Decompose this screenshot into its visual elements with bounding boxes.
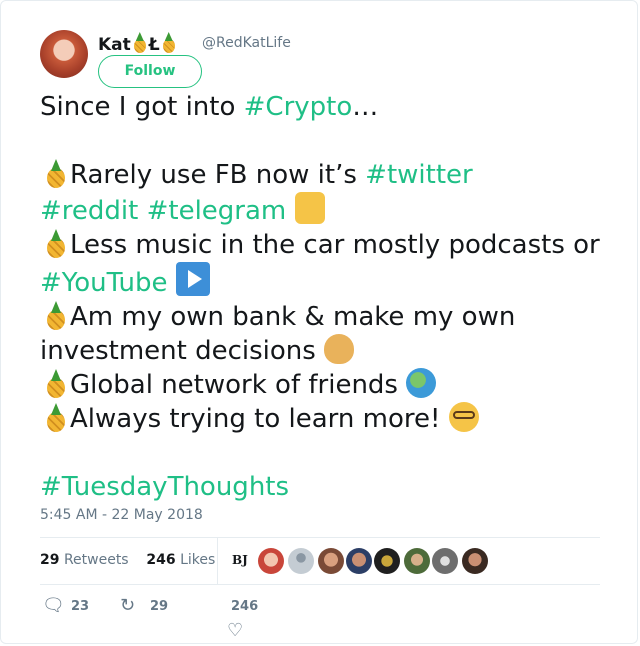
retweet-icon[interactable]: ↻: [120, 595, 135, 616]
pineapple-icon: [40, 369, 70, 399]
display-name-mid: Ł: [148, 35, 160, 55]
pineapple-icon: [40, 159, 70, 189]
pineapple-icon: [160, 32, 178, 54]
retweets-stat[interactable]: 29 Retweets: [40, 552, 129, 568]
avatar[interactable]: [288, 548, 314, 574]
avatar[interactable]: [404, 548, 430, 574]
display-name-prefix: Kat: [98, 35, 131, 55]
tweet-text-part: Am my own bank & make my own investment …: [40, 302, 524, 366]
heart-icon[interactable]: ♡: [227, 620, 243, 641]
avatar[interactable]: [432, 548, 458, 574]
likes-label: Likes: [180, 552, 216, 568]
tweet-text-part: …: [352, 92, 379, 122]
avatar[interactable]: [318, 548, 344, 574]
play-button-icon: [175, 262, 210, 296]
tweet-text-part: Less music in the car mostly podcasts or: [70, 230, 609, 260]
retweet-count: 29: [150, 599, 169, 614]
avatar[interactable]: [346, 548, 372, 574]
timestamp[interactable]: 5:45 AM - 22 May 2018: [40, 507, 203, 523]
thumbs-up-icon: [294, 192, 325, 224]
divider: [40, 537, 600, 538]
avatar[interactable]: [374, 548, 400, 574]
avatar[interactable]: [462, 548, 488, 574]
avatar[interactable]: [40, 30, 88, 78]
money-bag-icon: [324, 334, 355, 364]
follow-button[interactable]: Follow: [98, 55, 202, 88]
pineapple-icon: [40, 229, 70, 259]
tweet-text-part: Rarely use FB now it’s: [70, 160, 366, 190]
pineapple-icon: [40, 403, 70, 433]
tweet-text-part: Global network of friends: [70, 370, 407, 400]
avatar[interactable]: [258, 548, 284, 574]
hashtag-tuesdaythoughts[interactable]: #TuesdayThoughts: [40, 472, 289, 502]
display-name[interactable]: Kat Ł: [98, 32, 178, 55]
tweet-text-part: Since: [40, 92, 111, 122]
hashtag-crypto[interactable]: #Crypto: [244, 92, 353, 122]
hashtag-twitter[interactable]: #twitter: [365, 160, 473, 190]
nerd-face-icon: [448, 402, 479, 432]
tweet-text: Since I got into #Crypto… Rarely use FB …: [40, 90, 600, 504]
pineapple-icon: [40, 301, 70, 331]
likes-stat[interactable]: 246 Likes: [146, 552, 215, 568]
divider: [40, 584, 600, 585]
liker-initials[interactable]: BJ: [232, 553, 248, 567]
globe-icon: [406, 368, 437, 398]
likes-count: 246: [146, 552, 176, 568]
pineapple-icon: [131, 32, 149, 54]
stats-separator: [217, 537, 218, 584]
hashtag-telegram[interactable]: #telegram: [147, 196, 287, 226]
tweet-text-part: Always trying to learn more!: [70, 404, 449, 434]
user-handle[interactable]: @RedKatLife: [202, 35, 291, 51]
retweets-count: 29: [40, 552, 60, 568]
retweets-label: Retweets: [63, 552, 129, 568]
tweet-text-part: I got into: [118, 92, 244, 122]
tweet-stats: 29 Retweets 246 Likes: [40, 552, 215, 568]
reply-count: 23: [71, 599, 90, 614]
hashtag-youtube[interactable]: #YouTube: [40, 268, 168, 298]
reply-icon[interactable]: 🗨︎: [42, 595, 65, 616]
like-count: 246: [231, 599, 259, 614]
hashtag-reddit[interactable]: #reddit: [40, 196, 138, 226]
